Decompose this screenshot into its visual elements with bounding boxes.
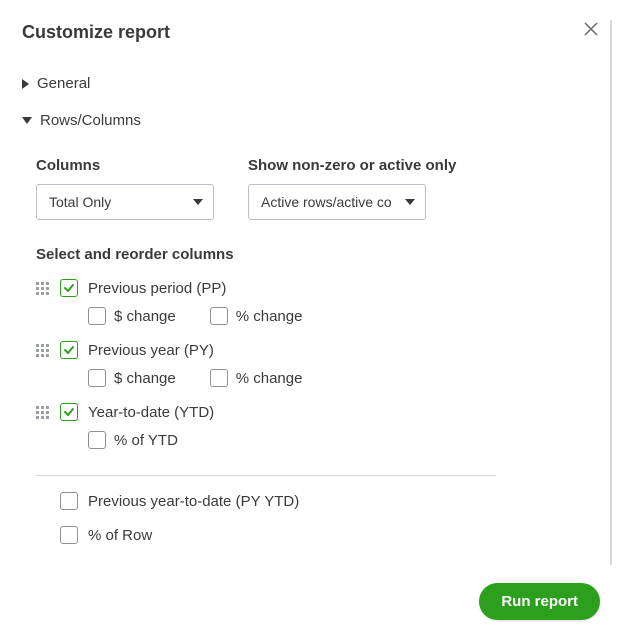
checkbox-py-percent-change[interactable] xyxy=(210,369,228,387)
caret-down-icon xyxy=(405,199,415,205)
checkbox-year-to-date[interactable] xyxy=(60,403,78,421)
sub-option-label: $ change xyxy=(114,308,176,325)
columns-label: Columns xyxy=(36,157,214,174)
extra-option-label: % of Row xyxy=(88,527,152,544)
drag-handle-icon[interactable] xyxy=(36,344,50,357)
nonzero-select-value: Active rows/active co xyxy=(261,194,392,210)
column-item: Previous period (PP) xyxy=(36,279,596,297)
panel-title: Customize report xyxy=(22,22,596,43)
sub-option-label: % change xyxy=(236,308,303,325)
section-general[interactable]: General xyxy=(22,65,596,102)
checkbox-py-ytd[interactable] xyxy=(60,492,78,510)
checkbox-pp-dollar-change[interactable] xyxy=(88,307,106,325)
column-item-label: Previous year (PY) xyxy=(88,342,214,359)
caret-down-icon xyxy=(193,199,203,205)
drag-handle-icon[interactable] xyxy=(36,406,50,419)
checkbox-percent-of-row[interactable] xyxy=(60,526,78,544)
drag-handle-icon[interactable] xyxy=(36,282,50,295)
reorder-columns-label: Select and reorder columns xyxy=(36,246,596,263)
checkbox-pp-percent-change[interactable] xyxy=(210,307,228,325)
sub-option-label: $ change xyxy=(114,370,176,387)
checkbox-previous-period[interactable] xyxy=(60,279,78,297)
section-rows-columns-label: Rows/Columns xyxy=(40,112,141,129)
section-rows-columns[interactable]: Rows/Columns xyxy=(22,102,596,139)
chevron-down-icon xyxy=(22,117,32,124)
column-item-label: Previous period (PP) xyxy=(88,280,226,297)
scrollbar-track[interactable] xyxy=(610,20,612,565)
checkbox-py-dollar-change[interactable] xyxy=(88,369,106,387)
run-report-button[interactable]: Run report xyxy=(479,583,600,620)
section-general-label: General xyxy=(37,75,90,92)
checkbox-previous-year[interactable] xyxy=(60,341,78,359)
columns-select-value: Total Only xyxy=(49,194,111,210)
column-item-label: Year-to-date (YTD) xyxy=(88,404,214,421)
nonzero-label: Show non-zero or active only xyxy=(248,157,596,174)
sub-option-label: % of YTD xyxy=(114,432,178,449)
extra-option-label: Previous year-to-date (PY YTD) xyxy=(88,493,299,510)
checkbox-percent-of-ytd[interactable] xyxy=(88,431,106,449)
chevron-right-icon xyxy=(22,79,29,89)
column-item: Previous year (PY) xyxy=(36,341,596,359)
divider xyxy=(36,475,496,476)
column-item: Year-to-date (YTD) xyxy=(36,403,596,421)
close-icon[interactable] xyxy=(582,20,600,38)
nonzero-select[interactable]: Active rows/active co xyxy=(248,184,426,220)
columns-select[interactable]: Total Only xyxy=(36,184,214,220)
sub-option-label: % change xyxy=(236,370,303,387)
